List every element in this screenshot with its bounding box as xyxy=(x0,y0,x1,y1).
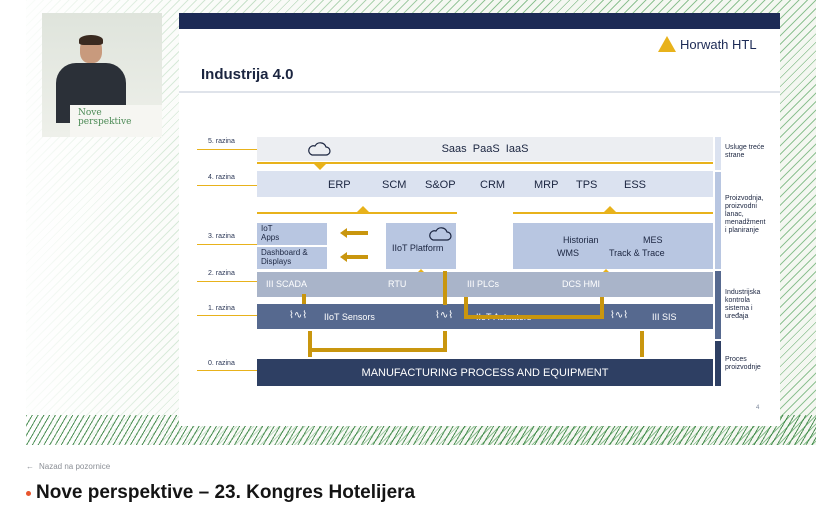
right-bar-1 xyxy=(715,137,721,170)
level-label-1: 1. razina xyxy=(208,305,235,312)
slide-title: Industrija 4.0 xyxy=(201,66,294,83)
connector xyxy=(464,315,604,319)
sensors-label: IIoT Sensors xyxy=(324,312,375,322)
track-trace-label: Track & Trace xyxy=(609,248,665,258)
level-line xyxy=(197,370,257,371)
level-label-0: 0. razina xyxy=(208,360,235,367)
sis-label: III SIS xyxy=(652,312,677,322)
cloud-icon xyxy=(429,227,452,241)
speaker-hair xyxy=(79,35,103,45)
level-3-divider-left xyxy=(257,212,457,214)
page-title-text: Nove perspektive – 23. Kongres Hotelijer… xyxy=(36,482,416,503)
connector xyxy=(302,294,306,304)
logo-mark-icon xyxy=(658,36,676,52)
sis-wave-icon: ⌇∿⌇ xyxy=(610,310,629,321)
rtu-label: RTU xyxy=(388,279,407,289)
level-line xyxy=(197,244,257,245)
slide-divider xyxy=(179,91,780,93)
level-3-divider-right xyxy=(513,212,713,214)
back-link[interactable]: ← Nazad na pozornice xyxy=(26,462,110,471)
right-bar-4 xyxy=(715,341,721,386)
connector xyxy=(308,348,447,352)
scada-label: III SCADA xyxy=(266,279,308,289)
arrow-down-icon xyxy=(314,164,326,170)
horwath-logo: Horwath HTL xyxy=(658,36,757,52)
dcs-hmi-label: DCS HMI xyxy=(562,279,600,289)
slide-top-bar xyxy=(179,13,780,29)
crm-label: CRM xyxy=(480,179,506,191)
podium-text: Nove perspektive xyxy=(78,108,132,127)
level-line xyxy=(197,149,257,150)
level-5-text: Saas PaaS IaaS xyxy=(441,143,529,155)
right-bar-2 xyxy=(715,172,721,269)
mes-label: MES xyxy=(643,235,663,245)
connector xyxy=(443,271,447,305)
ess-label: ESS xyxy=(624,179,647,191)
level-label-2: 2. razina xyxy=(208,270,235,277)
level-line xyxy=(197,281,257,282)
connector xyxy=(308,331,312,357)
right-label-1: Usluge treće strane xyxy=(725,144,765,159)
cloud-icon xyxy=(308,142,331,156)
level-label-5: 5. razina xyxy=(208,138,235,145)
title-dot-icon xyxy=(26,490,31,496)
iiot-platform-label: IIoT Platform xyxy=(392,243,444,253)
connector xyxy=(640,331,644,357)
right-label-4: Proces proizvodnje xyxy=(725,356,761,371)
arrow-left-icon xyxy=(340,228,368,238)
right-label-2: Proizvodnja, proizvodni lanac, menadžmen… xyxy=(725,195,766,234)
sensor-wave-icon: ⌇∿⌇ xyxy=(289,310,308,321)
speaker-video-inset: Nove perspektive xyxy=(42,13,162,137)
scm-label: SCM xyxy=(382,179,407,191)
level-0-band: MANUFACTURING PROCESS AND EQUIPMENT xyxy=(257,359,713,386)
iot-apps-box: IoT Apps xyxy=(257,223,327,245)
level-label-3: 3. razina xyxy=(208,233,235,240)
back-link-label: Nazad na pozornice xyxy=(39,462,111,471)
arrow-left-icon xyxy=(340,252,368,262)
presentation-slide: Horwath HTL Industrija 4.0 5. razina 4. … xyxy=(179,13,780,426)
iiot-platform-box: IIoT Platform xyxy=(386,223,456,269)
level-line xyxy=(197,315,257,316)
actuator-wave-icon: ⌇∿⌇ xyxy=(435,310,454,321)
plcs-label: III PLCs xyxy=(467,279,500,289)
sop-label: S&OP xyxy=(425,179,456,191)
connector xyxy=(443,331,447,352)
level-line xyxy=(197,185,257,186)
logo-text: Horwath HTL xyxy=(680,36,757,52)
arrow-left-icon: ← xyxy=(26,462,34,471)
mrp-label: MRP xyxy=(534,179,559,191)
mes-box: Historian MES WMS Track & Trace xyxy=(513,223,713,269)
erp-label: ERP xyxy=(328,179,351,191)
right-label-3: Industrijska kontrola sistema i uređaja xyxy=(725,289,761,320)
historian-label: Historian xyxy=(563,235,599,245)
tps-label: TPS xyxy=(576,179,598,191)
level-0-text: MANUFACTURING PROCESS AND EQUIPMENT xyxy=(361,366,609,379)
dashboard-box: Dashboard & Displays xyxy=(257,247,327,269)
level-label-4: 4. razina xyxy=(208,174,235,181)
page-title: Nove perspektive – 23. Kongres Hotelijer… xyxy=(26,482,415,504)
slide-page-number: 4 xyxy=(756,405,760,411)
right-bar-3 xyxy=(715,271,721,339)
wms-label: WMS xyxy=(557,248,579,258)
connector xyxy=(600,297,604,319)
